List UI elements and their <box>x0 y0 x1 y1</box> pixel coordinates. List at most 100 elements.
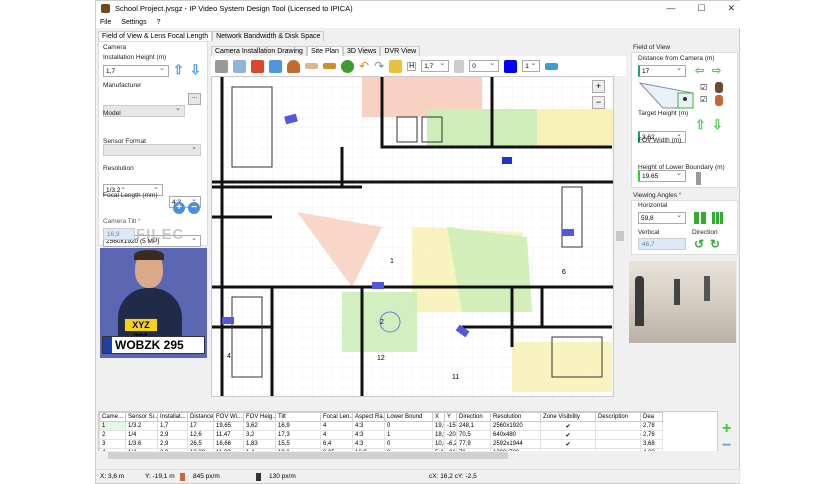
table-cell[interactable]: 3 <box>99 439 126 449</box>
camera-marker[interactable] <box>562 229 574 236</box>
table-cell[interactable]: 6,4 <box>320 439 353 449</box>
table-cell[interactable]: 4:3 <box>352 421 385 431</box>
table-cell[interactable]: 26,5 <box>187 439 214 449</box>
column-header[interactable]: Y <box>444 412 457 422</box>
height-select[interactable]: 1,7 <box>421 59 450 72</box>
menu-help[interactable]: ? <box>157 19 161 26</box>
tab-site-plan[interactable]: Site Plan <box>306 46 343 56</box>
table-cell[interactable]: 70,5 <box>456 430 491 440</box>
horizontal-scrollbar[interactable] <box>98 451 718 460</box>
table-cell[interactable]: -20, <box>444 430 457 440</box>
tab-network-bandwidth[interactable]: Network Bandwidth & Disk Space <box>212 31 325 41</box>
menu-file[interactable]: File <box>100 19 111 26</box>
column-header[interactable]: Description <box>595 412 641 422</box>
table-cell[interactable]: 1,83 <box>243 439 276 449</box>
distance-select[interactable]: 17 <box>638 64 686 77</box>
table-cell[interactable]: ✔ <box>540 421 596 431</box>
column-header[interactable]: Zone Visibility <box>540 412 596 422</box>
table-cell[interactable]: 1/3.2 <box>125 421 158 431</box>
table-cell[interactable]: 19,5 <box>432 421 445 431</box>
column-header[interactable]: Resolution <box>490 412 541 422</box>
arrow-left-icon[interactable]: ⇦ <box>695 65 704 77</box>
table-cell[interactable]: 2 <box>99 430 126 440</box>
table-cell[interactable]: 3,2 <box>243 430 276 440</box>
table-cell[interactable] <box>595 439 641 449</box>
table-cell[interactable]: 4 <box>320 430 353 440</box>
undo-icon[interactable]: ↶ <box>359 59 369 73</box>
table-row[interactable]: 21/42,912,611,473,217,344:3118,5-20,70,5… <box>99 430 663 440</box>
elevation-select[interactable]: 0 <box>469 59 500 72</box>
table-cell[interactable]: 10,8 <box>432 439 445 449</box>
table-cell[interactable]: 1/4 <box>125 430 158 440</box>
arrow-up-icon[interactable]: ⇧ <box>695 118 706 131</box>
image-tool-icon[interactable] <box>233 59 246 73</box>
arrow-down-icon[interactable]: ⇩ <box>190 63 201 76</box>
table-cell[interactable]: 1 <box>99 421 126 431</box>
model-select[interactable] <box>103 143 201 156</box>
grid-fine-icon[interactable] <box>712 212 724 224</box>
table-cell[interactable]: 17 <box>187 421 214 431</box>
table-cell[interactable]: -15, <box>444 421 457 431</box>
add-camera-button[interactable]: + <box>722 420 731 438</box>
room-tool-icon[interactable] <box>269 59 282 73</box>
zoom-in-focal-button[interactable]: + <box>173 202 185 214</box>
table-cell[interactable]: 17,3 <box>275 430 321 440</box>
table-cell[interactable]: 2,9 <box>157 439 188 449</box>
arrow-right-icon[interactable]: ⇨ <box>712 65 721 77</box>
horizontal-select[interactable]: 59,8 <box>638 211 686 224</box>
table-cell[interactable]: 19,65 <box>213 421 244 431</box>
checkbox-person1[interactable]: ☑ <box>700 83 707 92</box>
table-row[interactable]: 11/3.21,71719,653,6216,944:3019,5-15,248… <box>99 421 663 431</box>
column-header[interactable]: Installat... <box>157 412 188 422</box>
print-icon[interactable] <box>545 62 559 70</box>
column-header[interactable]: FOV Wi... <box>213 412 244 422</box>
maximize-button[interactable]: ☐ <box>697 3 705 14</box>
fov-width-select[interactable]: 19.65 <box>638 169 686 182</box>
table-cell[interactable]: 2560x1920 <box>490 421 541 431</box>
camera-tool-icon[interactable] <box>215 59 228 73</box>
arrow-up-icon[interactable]: ⇧ <box>173 63 184 76</box>
table-cell[interactable]: 2,78 <box>640 421 663 431</box>
column-header[interactable]: Focal Len... <box>320 412 353 422</box>
table-cell[interactable]: 2,9 <box>157 430 188 440</box>
camera-marker[interactable] <box>502 157 512 164</box>
wall-tool-icon[interactable] <box>251 59 264 73</box>
remove-camera-button[interactable]: − <box>722 437 731 455</box>
zoom-out-button[interactable]: − <box>592 96 605 109</box>
close-button[interactable]: ✕ <box>727 3 735 14</box>
camera-marker[interactable] <box>222 317 234 324</box>
tab-3d-views[interactable]: 3D Views <box>342 46 381 56</box>
menu-settings[interactable]: Settings <box>121 19 146 26</box>
table-cell[interactable]: 3,68 <box>640 439 663 449</box>
table-cell[interactable] <box>595 430 641 440</box>
tree-tool-icon[interactable] <box>341 59 354 73</box>
grid-icon[interactable] <box>694 212 706 224</box>
table-cell[interactable]: 4:3 <box>352 439 385 449</box>
table-cell[interactable]: 11,47 <box>213 430 244 440</box>
vertical-scrollbar[interactable] <box>614 76 626 397</box>
column-header[interactable]: Tilt <box>275 412 321 422</box>
minimize-button[interactable]: — <box>666 3 675 14</box>
rotate-left-icon[interactable]: ↺ <box>694 237 704 251</box>
checkbox-person2[interactable]: ☑ <box>700 95 707 104</box>
table-cell[interactable] <box>595 421 641 431</box>
table-cell[interactable]: 77,9 <box>456 439 491 449</box>
tab-field-of-view[interactable]: Field of View & Lens Focal Length <box>98 31 213 41</box>
zoom-out-focal-button[interactable]: − <box>188 202 200 214</box>
table-cell[interactable]: 18,5 <box>432 430 445 440</box>
table-cell[interactable]: 1,7 <box>157 421 188 431</box>
table-cell[interactable]: ✔ <box>540 439 596 449</box>
table-cell[interactable]: 0 <box>384 439 433 449</box>
column-header[interactable]: Dea <box>640 412 663 422</box>
table-cell[interactable]: 2592x1944 <box>490 439 541 449</box>
arrow-down-icon[interactable]: ⇩ <box>712 118 723 131</box>
rotate-right-icon[interactable]: ↻ <box>710 237 720 251</box>
zoom-in-button[interactable]: + <box>592 80 605 93</box>
column-header[interactable]: Came... <box>99 412 126 422</box>
table-cell[interactable]: 4 <box>320 421 353 431</box>
table-cell[interactable]: 12,6 <box>187 430 214 440</box>
table-cell[interactable]: 248,1 <box>456 421 491 431</box>
table-row[interactable]: 31/3.62,926,516,661,8315,56,44:3010,8-6,… <box>99 439 663 449</box>
column-header[interactable]: X <box>432 412 445 422</box>
camera-marker[interactable] <box>372 282 384 289</box>
